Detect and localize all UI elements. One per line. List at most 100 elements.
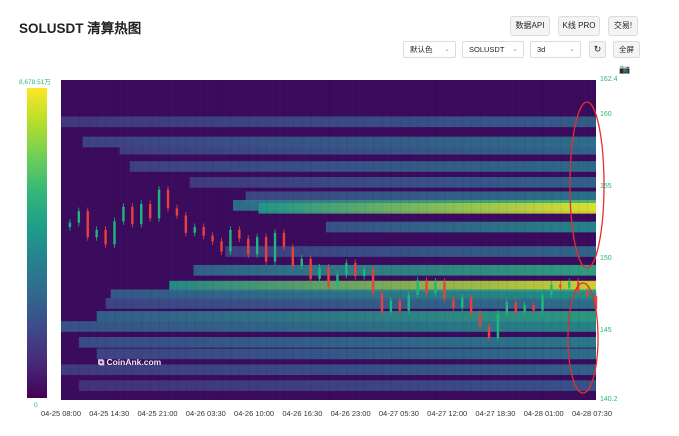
heat-band [119, 143, 596, 155]
candle-body [443, 281, 446, 300]
candle-body [398, 300, 402, 311]
heatmap-texture-line [569, 80, 571, 400]
heatmap-texture-line [471, 80, 473, 400]
candle-body [211, 235, 214, 242]
candle-body [113, 221, 116, 245]
heatmap-texture-line [292, 80, 294, 400]
heatmap-texture-line [168, 80, 169, 400]
candle-body [461, 297, 464, 308]
x-tick-label: 04-27 18:30 [475, 409, 516, 418]
heatmap-texture-line [319, 80, 321, 400]
candle-body [166, 189, 170, 209]
heat-band [193, 264, 596, 276]
candle-body [273, 232, 277, 262]
candle-body [425, 280, 428, 294]
heatmap-texture-line [301, 80, 303, 400]
candle-body [157, 189, 161, 219]
candle-body [550, 284, 553, 295]
heatmap-texture-line [560, 80, 562, 400]
candle-body [220, 241, 223, 252]
candle-body [282, 232, 286, 248]
candle-body [514, 301, 517, 313]
x-tick-label: 04-26 16:30 [282, 409, 323, 418]
x-tick-label: 04-27 12:00 [427, 409, 468, 418]
candle-body [505, 301, 509, 314]
heatmap-texture-line [390, 80, 392, 400]
candle-body [229, 229, 232, 252]
x-tick-label: 04-26 23:00 [330, 409, 371, 418]
candle-body [175, 208, 179, 216]
heatmap-texture-line [185, 80, 187, 400]
candle-body [300, 258, 303, 266]
candle-body [452, 299, 455, 308]
x-tick-label: 04-26 03:30 [185, 409, 226, 418]
heatmap-texture-line [364, 80, 366, 400]
candle-body [264, 237, 268, 262]
heatmap-chart[interactable] [0, 0, 679, 436]
heatmap-texture-line [408, 80, 410, 400]
candle-body [523, 304, 526, 313]
candle-body [371, 268, 375, 294]
candle-body [345, 263, 348, 275]
candle-body [131, 206, 134, 225]
candle-body [354, 263, 357, 277]
heatmap-texture-line [382, 80, 383, 400]
candle-body [469, 297, 473, 314]
heatmap-texture-line [453, 80, 455, 400]
heatmap-texture-line [578, 80, 580, 400]
heatmap-texture-line [497, 80, 499, 400]
candle-body [104, 229, 107, 245]
heatmap-texture-line [444, 80, 446, 400]
candle-body [532, 304, 535, 311]
heatmap-texture-line [533, 80, 535, 400]
y-tick-label: 150 [600, 254, 612, 262]
heatmap-texture-line [337, 80, 339, 400]
x-tick-label: 04-25 08:00 [40, 409, 82, 418]
y-tick-label: 145 [600, 326, 612, 334]
candle-body [336, 274, 339, 287]
heatmap-texture-line [203, 80, 205, 400]
x-tick-label: 04-27 05:30 [378, 409, 419, 418]
candle-body [541, 294, 544, 311]
heatmap-texture-line [132, 80, 134, 400]
heatmap-texture-line [587, 80, 589, 400]
candle-body [193, 227, 196, 233]
heatmap-texture-line [515, 80, 517, 400]
candle-body [148, 203, 152, 219]
candle-body [327, 267, 330, 287]
x-tick-label: 04-28 01:00 [523, 409, 564, 418]
heatmap-texture-line [435, 80, 437, 400]
watermark-text: CoinAnk.com [106, 357, 162, 367]
candle-body [68, 222, 72, 228]
heatmap-texture-line [462, 80, 464, 400]
heatmap-texture-line [551, 80, 553, 400]
candle-body [416, 280, 419, 295]
candle-body [202, 227, 205, 236]
heat-band [325, 221, 596, 233]
candle-body [140, 203, 143, 225]
candle-body [255, 237, 259, 255]
heatmap-texture-line [480, 80, 482, 400]
heatmap-texture-line [355, 80, 357, 400]
heatmap-texture-line [310, 80, 312, 400]
heatmap-texture-line [542, 80, 544, 400]
x-tick-label: 04-25 21:00 [137, 409, 178, 418]
candle-body [496, 313, 500, 339]
heatmap-texture-line [506, 80, 508, 400]
x-tick-label: 04-25 14:30 [89, 409, 130, 418]
candle-body [407, 294, 410, 311]
candle-body [309, 258, 312, 279]
heatmap-texture-line [159, 80, 161, 400]
candle-body [487, 326, 491, 339]
heatmap-texture-line [194, 80, 196, 400]
heat-band [189, 177, 596, 188]
heatmap-texture-line [69, 80, 71, 400]
heatmap-texture-line [176, 80, 178, 400]
candle-body [585, 291, 589, 297]
coinank-logo-icon: ⧉ [98, 357, 105, 367]
heatmap-texture-line [123, 80, 125, 400]
x-tick-label: 04-28 07:30 [571, 409, 613, 418]
candle-body [184, 215, 188, 233]
candle-body [434, 281, 437, 294]
heatmap-texture-line [78, 80, 80, 400]
